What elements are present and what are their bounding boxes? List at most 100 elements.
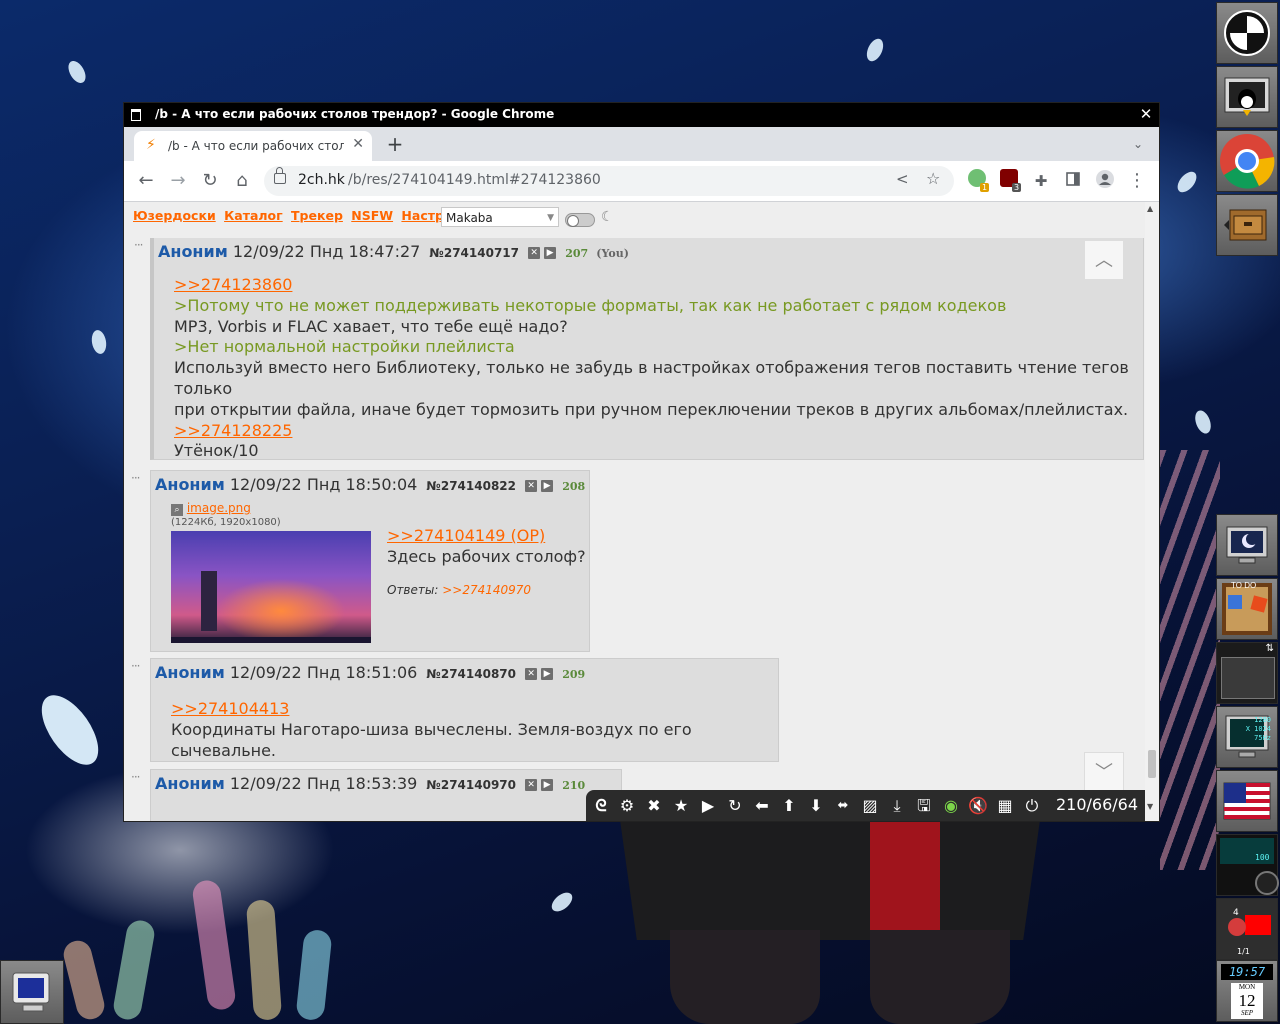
- calendar-page: MON 12 SEP: [1231, 983, 1263, 1019]
- window-close-button[interactable]: ✕: [1137, 105, 1155, 123]
- style-select[interactable]: Makaba ▼: [441, 207, 559, 227]
- panel-down-icon[interactable]: ⬇: [805, 795, 827, 817]
- nav-link-tracker[interactable]: Трекер: [291, 208, 343, 223]
- wm-logo-icon: [1224, 10, 1270, 56]
- post-header: Аноним 12/09/22 Пнд 18:51:06 №274140870 …: [155, 663, 585, 682]
- forward-button[interactable]: →: [166, 169, 190, 193]
- post-hide-icon[interactable]: ✕: [525, 778, 538, 791]
- post-count: 208: [562, 480, 586, 493]
- reply-link[interactable]: >>274104413: [171, 699, 289, 718]
- panel-images-icon[interactable]: ▨: [859, 795, 881, 817]
- dock-screensaver[interactable]: [1216, 514, 1278, 576]
- reply-link[interactable]: >>274128225: [174, 421, 292, 440]
- image-thumbnail[interactable]: [171, 531, 371, 643]
- panel-expand-icon[interactable]: ⬌: [832, 795, 854, 817]
- window-menu-icon[interactable]: [131, 109, 141, 121]
- panel-mute-icon[interactable]: 🔇: [967, 795, 989, 817]
- wallpaper-leg: [670, 930, 820, 1024]
- post-text-line: Утёнок/10: [174, 441, 259, 461]
- workspace-tile[interactable]: [0, 960, 64, 1024]
- panel-video-icon[interactable]: ▶: [697, 795, 719, 817]
- post-number[interactable]: №274140870: [426, 667, 516, 681]
- nav-link-catalog[interactable]: Каталог: [224, 208, 283, 223]
- answers-label: Ответы:: [387, 582, 439, 597]
- panel-power-icon[interactable]: ⏻: [1021, 795, 1043, 817]
- reload-button[interactable]: ↻: [198, 169, 222, 193]
- panel-save-icon[interactable]: 🖫: [913, 795, 935, 817]
- panel-back-icon[interactable]: ⬅: [751, 795, 773, 817]
- extensions-puzzle-icon[interactable]: ✚: [1029, 169, 1053, 193]
- panel-hidden-icon[interactable]: ✖: [643, 795, 665, 817]
- bookmark-star-icon[interactable]: ☆: [926, 169, 940, 188]
- lock-icon[interactable]: [274, 167, 286, 184]
- scrollbar-down-arrow[interactable]: ▼: [1147, 802, 1153, 811]
- post-number[interactable]: №274140822: [426, 479, 516, 493]
- tab-search-button[interactable]: ⌄: [1133, 137, 1143, 151]
- image-search-icon[interactable]: ⌕: [171, 504, 183, 516]
- dock-clock[interactable]: 19:57 MON 12 SEP: [1216, 960, 1278, 1022]
- post-count: 207: [565, 247, 589, 260]
- panel-refresh-icon[interactable]: ↻: [724, 795, 746, 817]
- panel-favorites-icon[interactable]: ★: [670, 795, 692, 817]
- panel-eye-icon[interactable]: ◉: [940, 795, 962, 817]
- share-icon[interactable]: <: [896, 170, 909, 188]
- file-name-link[interactable]: image.png: [187, 501, 251, 515]
- moon-icon[interactable]: ☾: [601, 209, 614, 225]
- panel-download-icon[interactable]: ⤓: [886, 795, 908, 817]
- post-hide-icon[interactable]: ✕: [528, 246, 541, 259]
- dock-chrome[interactable]: [1216, 130, 1278, 192]
- sparkle: [64, 58, 90, 86]
- post-menu-icon[interactable]: ···: [131, 471, 141, 485]
- chrome-menu-button[interactable]: ⋮: [1125, 169, 1149, 193]
- answer-link[interactable]: >>274140970: [442, 583, 531, 597]
- dock-terminal[interactable]: [1216, 66, 1278, 128]
- dock-files[interactable]: [1216, 194, 1278, 256]
- side-panel-icon[interactable]: [1061, 169, 1085, 193]
- dock-monitor-info[interactable]: 1280 X 1024 75Hz: [1216, 706, 1278, 768]
- post-play-icon[interactable]: ▶: [541, 667, 554, 680]
- dock-todo[interactable]: TO DO: [1216, 578, 1278, 640]
- sparkle: [548, 888, 576, 916]
- profile-avatar[interactable]: [1093, 169, 1117, 193]
- dock-notifications[interactable]: 4 1/1: [1216, 898, 1278, 960]
- new-tab-button[interactable]: +: [384, 133, 406, 155]
- window-titlebar[interactable]: /b - А что если рабочих столов трендор? …: [124, 103, 1159, 127]
- scroll-to-top-button[interactable]: ︿: [1084, 240, 1124, 280]
- post-menu-icon[interactable]: ···: [134, 238, 144, 252]
- panel-logo-icon[interactable]: ᘓ: [590, 795, 612, 817]
- tab-close-button[interactable]: ✕: [352, 136, 364, 152]
- theme-toggle[interactable]: [565, 213, 595, 227]
- post-menu-icon[interactable]: ···: [131, 659, 141, 673]
- post-hide-icon[interactable]: ✕: [525, 667, 538, 680]
- post-number[interactable]: №274140970: [426, 778, 516, 792]
- dock-logo[interactable]: [1216, 2, 1278, 64]
- panel-grid-icon[interactable]: ▦: [994, 795, 1016, 817]
- post-play-icon[interactable]: ▶: [541, 479, 554, 492]
- post-number[interactable]: №274140717: [429, 246, 519, 260]
- post-play-icon[interactable]: ▶: [541, 778, 554, 791]
- post-hide-icon[interactable]: ✕: [525, 479, 538, 492]
- scrollbar-thumb[interactable]: [1148, 750, 1156, 778]
- dock-pager[interactable]: ⇅: [1216, 642, 1278, 704]
- nav-link-nsfw[interactable]: NSFW: [351, 208, 393, 223]
- panel-settings-icon[interactable]: ⚙: [616, 795, 638, 817]
- address-bar[interactable]: 2ch.hk /b/res/274104149.html#274123860 <…: [264, 166, 954, 196]
- nav-link-userboards[interactable]: Юзердоски: [133, 208, 216, 223]
- quote-line: >Нет нормальной настройки плейлиста: [174, 337, 515, 357]
- tab-active[interactable]: ⚡ /b - А что если рабочих столов трендор…: [134, 131, 372, 161]
- reply-link-op[interactable]: >>274104149 (OP): [387, 526, 545, 545]
- dock-keyboard-layout[interactable]: [1216, 770, 1278, 832]
- back-button[interactable]: ←: [134, 169, 158, 193]
- page-scrollbar[interactable]: ▲ ▼: [1145, 202, 1159, 821]
- answers: Ответы: >>274140970: [387, 580, 586, 601]
- scroll-to-bottom-button[interactable]: ﹀: [1084, 752, 1124, 792]
- profile-icon: [1096, 170, 1114, 188]
- dock-mixer[interactable]: 100: [1216, 834, 1279, 896]
- reply-link[interactable]: >>274123860: [174, 275, 292, 294]
- home-button[interactable]: ⌂: [230, 169, 254, 193]
- post: ··· Аноним 12/09/22 Пнд 18:50:04 №274140…: [131, 470, 590, 652]
- post-play-icon[interactable]: ▶: [544, 246, 557, 259]
- panel-up-icon[interactable]: ⬆: [778, 795, 800, 817]
- scrollbar-up-arrow[interactable]: ▲: [1147, 204, 1153, 213]
- post-menu-icon[interactable]: ···: [131, 770, 141, 784]
